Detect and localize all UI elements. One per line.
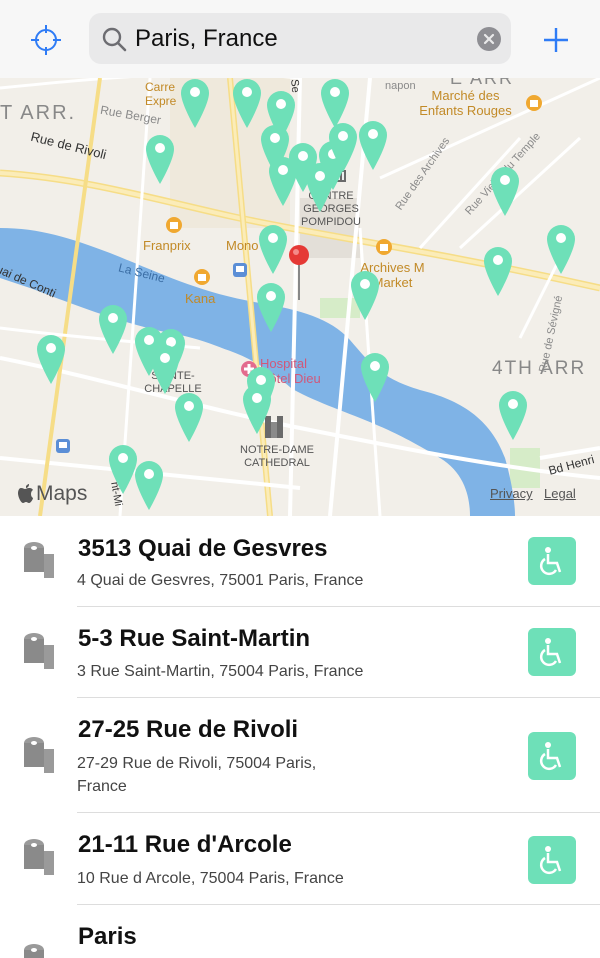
toilet-paper-icon bbox=[24, 737, 54, 773]
apple-icon bbox=[18, 484, 33, 503]
accessible-badge[interactable] bbox=[528, 732, 576, 780]
toilet-pin[interactable] bbox=[350, 270, 380, 322]
result-title: 27-25 Rue de Rivoli bbox=[78, 716, 299, 743]
privacy-link[interactable]: Privacy bbox=[490, 486, 533, 501]
add-button[interactable] bbox=[536, 20, 576, 60]
toilet-pin[interactable] bbox=[258, 224, 288, 276]
toilet-pin[interactable] bbox=[180, 78, 210, 130]
list-item[interactable]: Paris bbox=[0, 905, 600, 958]
result-address: 10 Rue d Arcole, 75004 Paris, France bbox=[77, 870, 344, 887]
list-item[interactable]: 3513 Quai de Gesvres 4 Quai de Gesvres, … bbox=[0, 516, 600, 606]
toilet-paper-icon bbox=[24, 839, 54, 875]
result-address: 4 Quai de Gesvres, 75001 Paris, France bbox=[77, 572, 364, 589]
toilet-pin[interactable] bbox=[256, 282, 286, 334]
result-title: 3513 Quai de Gesvres bbox=[78, 535, 328, 562]
wheelchair-icon bbox=[539, 638, 562, 667]
toilet-paper-icon bbox=[24, 542, 54, 578]
list-item[interactable]: 5-3 Rue Saint-Martin 3 Rue Saint-Martin,… bbox=[0, 607, 600, 697]
metro-icon bbox=[56, 439, 70, 453]
wheelchair-icon bbox=[539, 742, 562, 771]
search-icon bbox=[102, 27, 127, 52]
toilet-paper-icon bbox=[24, 944, 44, 958]
list-item[interactable]: 21-11 Rue d'Arcole 10 Rue d Arcole, 7500… bbox=[0, 813, 600, 904]
maps-logo-text: Maps bbox=[36, 482, 88, 505]
shop-icon bbox=[166, 217, 182, 233]
search-bar[interactable]: Paris, France bbox=[89, 13, 511, 64]
result-title: Paris bbox=[78, 923, 137, 950]
toilet-pin[interactable] bbox=[242, 384, 272, 436]
shop-icon bbox=[376, 239, 392, 255]
shop-icon bbox=[194, 269, 210, 285]
wheelchair-icon bbox=[539, 547, 562, 576]
locate-button[interactable] bbox=[24, 20, 68, 60]
current-location-pin[interactable] bbox=[288, 244, 310, 302]
map-label: Franprix bbox=[143, 238, 191, 253]
top-bar: Paris, France bbox=[0, 0, 600, 78]
map-view[interactable]: T ARR. Rue Berger Rue de Rivoli Carre Ex… bbox=[0, 78, 600, 516]
toilet-pin[interactable] bbox=[150, 344, 180, 396]
map-label: T ARR. bbox=[0, 102, 77, 124]
accessible-badge[interactable] bbox=[528, 537, 576, 585]
metro-icon bbox=[233, 263, 247, 277]
toilet-pin[interactable] bbox=[490, 166, 520, 218]
apple-maps-logo: Maps bbox=[18, 482, 87, 506]
map-label: Kana bbox=[185, 291, 216, 306]
legal-link[interactable]: Legal bbox=[544, 486, 576, 501]
map-label: Mono bbox=[226, 238, 259, 253]
toilet-pin[interactable] bbox=[232, 78, 262, 130]
result-title: 21-11 Rue d'Arcole bbox=[78, 831, 292, 858]
result-title: 5-3 Rue Saint-Martin bbox=[78, 625, 311, 652]
map-label: NOTRE-DAME CATHEDRAL bbox=[240, 444, 314, 469]
map-label: Marché des Enfants Rouges bbox=[419, 88, 512, 118]
shop-icon bbox=[526, 95, 542, 111]
result-address: 27-29 Rue de Rivoli, 75004 Paris, France bbox=[77, 755, 317, 795]
toilet-pin[interactable] bbox=[546, 224, 576, 276]
toilet-paper-icon bbox=[24, 633, 54, 669]
clear-icon bbox=[483, 33, 495, 45]
results-list: 3513 Quai de Gesvres 4 Quai de Gesvres, … bbox=[0, 516, 600, 958]
list-item[interactable]: 27-25 Rue de Rivoli 27-29 Rue de Rivoli,… bbox=[0, 698, 600, 812]
crosshair-icon bbox=[31, 25, 61, 55]
search-input[interactable]: Paris, France bbox=[135, 25, 278, 53]
toilet-pin[interactable] bbox=[134, 460, 164, 512]
toilet-pin[interactable] bbox=[98, 304, 128, 356]
toilet-pin[interactable] bbox=[360, 352, 390, 404]
toilet-pin[interactable] bbox=[483, 246, 513, 298]
toilet-pin[interactable] bbox=[36, 334, 66, 386]
toilet-pin[interactable] bbox=[145, 134, 175, 186]
wheelchair-icon bbox=[539, 846, 562, 875]
toilet-pin[interactable] bbox=[328, 122, 358, 174]
accessible-badge[interactable] bbox=[528, 628, 576, 676]
result-address: 3 Rue Saint-Martin, 75004 Paris, France bbox=[77, 663, 364, 680]
toilet-pin[interactable] bbox=[358, 120, 388, 172]
accessible-badge[interactable] bbox=[528, 836, 576, 884]
toilet-pin[interactable] bbox=[498, 390, 528, 442]
clear-search-button[interactable] bbox=[477, 27, 501, 51]
plus-icon bbox=[544, 28, 568, 52]
toilet-pin[interactable] bbox=[174, 392, 204, 444]
